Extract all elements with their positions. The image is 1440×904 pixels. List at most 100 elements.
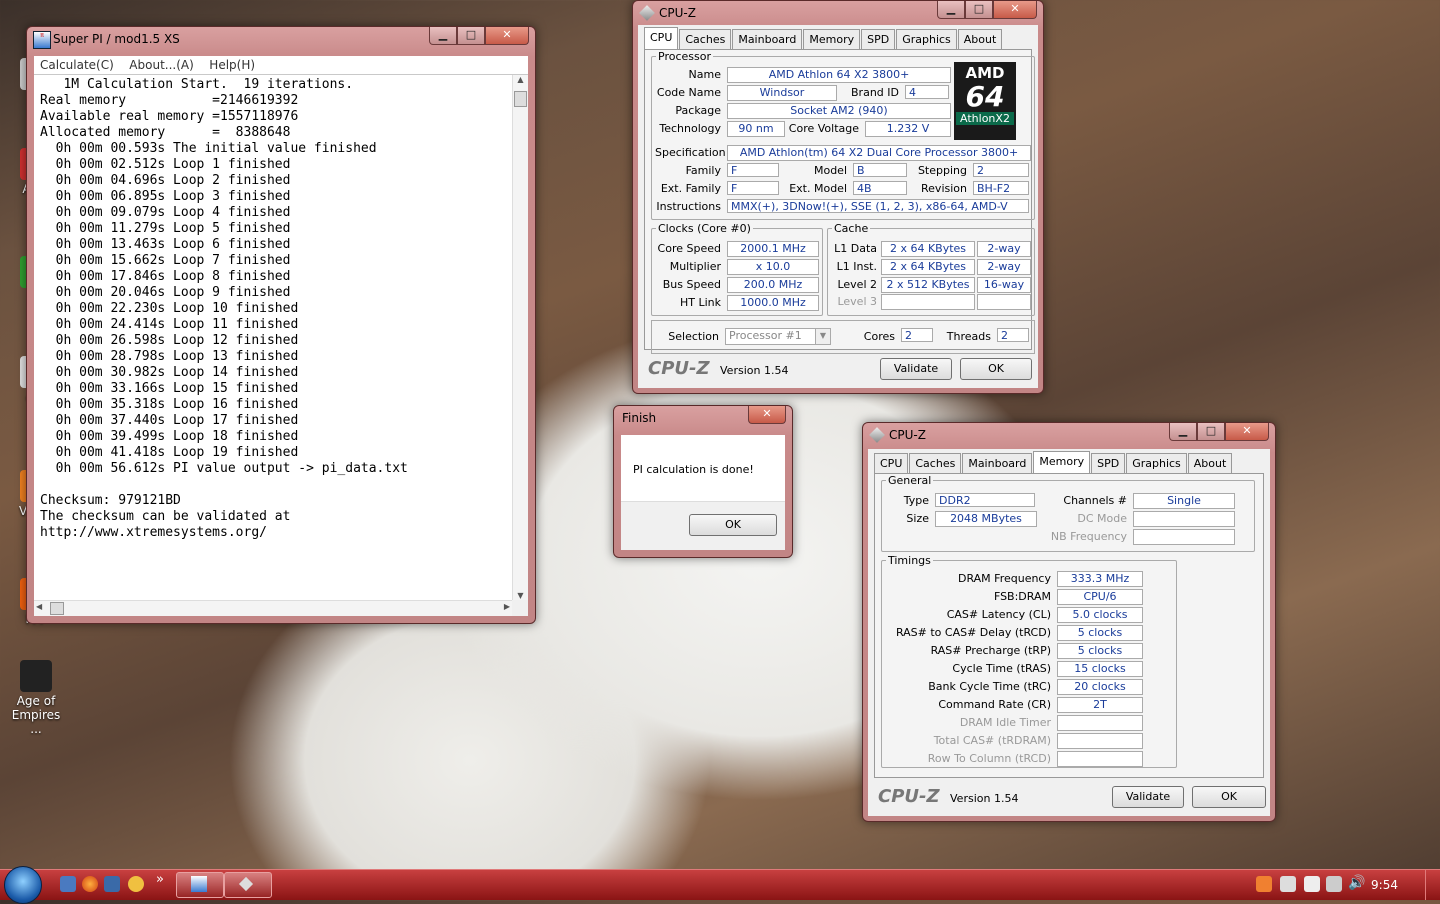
family-label: Family xyxy=(685,164,721,177)
firefox-icon[interactable] xyxy=(82,876,98,892)
cpuz-tab-strip: CPU Caches Mainboard Memory SPD Graphics About xyxy=(644,27,1003,51)
tab-memory[interactable]: Memory xyxy=(1033,451,1091,475)
timings-legend: Timings xyxy=(888,554,931,567)
tab-caches[interactable]: Caches xyxy=(909,453,962,474)
output-line: 0h 00m 28.798s Loop 13 finished xyxy=(40,349,299,364)
hscroll-thumb[interactable] xyxy=(50,602,64,615)
cpuz-cpu-titlebar[interactable]: CPU-Z ▁ □ ✕ xyxy=(633,1,1043,27)
maximize-button[interactable]: □ xyxy=(457,27,485,45)
cpuz-logo: CPU-Z xyxy=(648,358,710,379)
voltage-value: 1.232 V xyxy=(865,121,951,137)
tab-graphics[interactable]: Graphics xyxy=(896,29,957,50)
extfamily-label: Ext. Family xyxy=(660,182,721,195)
vertical-scrollbar[interactable]: ▲ ▼ xyxy=(512,75,528,600)
validate-button[interactable]: Validate xyxy=(1112,786,1184,808)
menu-about[interactable]: About...(A) xyxy=(123,56,200,74)
output-line: 0h 00m 13.463s Loop 6 finished xyxy=(40,237,291,252)
superpi-window[interactable]: π Super PI / mod1.5 XS ▁ □ ✕ Calculate(C… xyxy=(26,26,536,624)
close-button[interactable]: ✕ xyxy=(1225,423,1269,441)
minimize-button[interactable]: ▁ xyxy=(937,1,965,19)
spec-label: Specification xyxy=(655,146,726,159)
finish-ok-button[interactable]: OK xyxy=(689,514,777,536)
scroll-down-arrow-icon[interactable]: ▼ xyxy=(513,591,528,600)
tab-cpu[interactable]: CPU xyxy=(644,27,679,51)
show-desktop-button[interactable] xyxy=(1425,870,1440,900)
ok-button[interactable]: OK xyxy=(1192,786,1266,808)
tab-cpu[interactable]: CPU xyxy=(874,453,909,474)
close-button[interactable]: ✕ xyxy=(485,27,529,45)
tab-memory[interactable]: Memory xyxy=(803,29,861,50)
validate-button[interactable]: Validate xyxy=(880,358,952,380)
taskbar-superpi[interactable] xyxy=(176,872,224,898)
finish-dialog[interactable]: Finish ✕ PI calculation is done! OK xyxy=(613,405,793,558)
cpuz-cpu-window[interactable]: CPU-Z ▁ □ ✕ CPU Caches Mainboard Memory SPD G… xyxy=(632,0,1044,394)
scroll-right-arrow-icon[interactable]: ▶ xyxy=(504,602,510,611)
superpi-titlebar[interactable]: π Super PI / mod1.5 XS ▁ □ ✕ xyxy=(27,27,535,53)
model-label: Model xyxy=(813,164,847,177)
tab-spd[interactable]: SPD xyxy=(1091,453,1126,474)
tray-flag-icon[interactable] xyxy=(1304,876,1320,892)
tab-about[interactable]: About xyxy=(1187,453,1233,474)
tab-about[interactable]: About xyxy=(957,29,1003,50)
corespeed-label: Core Speed xyxy=(657,242,721,255)
l1d-way-value: 2-way xyxy=(977,241,1031,257)
taskbar-cpuz[interactable] xyxy=(224,872,272,898)
scroll-thumb[interactable] xyxy=(514,91,527,107)
amd-athlon-x2-logo: AMD 64 AthlonX2 xyxy=(954,62,1016,140)
tab-graphics[interactable]: Graphics xyxy=(1126,453,1187,474)
revision-label: Revision xyxy=(921,182,967,195)
tab-mainboard[interactable]: Mainboard xyxy=(962,453,1033,474)
timing-value: 333.3 MHz xyxy=(1057,571,1143,587)
chevron-down-icon[interactable]: ▼ xyxy=(815,329,830,344)
clock[interactable]: 9:54 xyxy=(1371,878,1398,892)
finish-close-button[interactable]: ✕ xyxy=(748,406,786,424)
package-value: Socket AM2 (940) xyxy=(727,103,951,119)
network-icon[interactable] xyxy=(1326,876,1342,892)
maximize-button[interactable]: □ xyxy=(1197,423,1225,441)
scroll-left-arrow-icon[interactable]: ◀ xyxy=(36,602,42,611)
explorer-icon[interactable] xyxy=(104,876,120,892)
extmodel-value: 4B xyxy=(853,181,907,195)
menu-help[interactable]: Help(H) xyxy=(203,56,261,74)
cpuz-memory-window[interactable]: CPU-Z ▁ □ ✕ CPU Caches Mainboard Memory SPD G… xyxy=(862,422,1276,822)
desktop-icon[interactable]: Age of Empires ... xyxy=(6,660,66,736)
dcmode-label: DC Mode xyxy=(1077,512,1127,525)
selection-dropdown[interactable]: Processor #1 ▼ xyxy=(725,328,831,345)
superpi-output[interactable]: 1M Calculation Start. 19 iterations. Real… xyxy=(34,75,512,600)
tab-spd[interactable]: SPD xyxy=(861,29,896,50)
minimize-button[interactable]: ▁ xyxy=(1169,423,1197,441)
horizontal-scrollbar[interactable]: ◀ ▶ xyxy=(34,600,512,616)
volume-icon[interactable]: 🔊 xyxy=(1348,875,1365,891)
close-button[interactable]: ✕ xyxy=(993,1,1037,19)
timing-value: CPU/6 xyxy=(1057,589,1143,605)
cpuz-mem-titlebar[interactable]: CPU-Z ▁ □ ✕ xyxy=(863,423,1275,449)
tray-app-icon[interactable] xyxy=(1256,876,1272,892)
messenger-icon[interactable] xyxy=(128,876,144,892)
l1i-value: 2 x 64 KBytes xyxy=(881,259,975,275)
busspeed-value: 200.0 MHz xyxy=(727,277,819,293)
timing-value: 5 clocks xyxy=(1057,643,1143,659)
maximize-button[interactable]: □ xyxy=(965,1,993,19)
output-line: 0h 00m 15.662s Loop 7 finished xyxy=(40,253,291,268)
superpi-menubar: Calculate(C) About...(A) Help(H) xyxy=(34,56,528,75)
tab-mainboard[interactable]: Mainboard xyxy=(732,29,803,50)
output-line: The checksum can be validated at xyxy=(40,509,291,524)
minimize-button[interactable]: ▁ xyxy=(429,27,457,45)
show-desktop-icon[interactable] xyxy=(60,876,76,892)
finish-titlebar[interactable]: Finish ✕ xyxy=(614,406,792,432)
quicklaunch-overflow-icon[interactable]: » xyxy=(156,872,164,887)
cpu-panel: Processor Name AMD Athlon 64 X2 3800+ Co… xyxy=(644,49,1035,354)
start-button[interactable] xyxy=(4,866,42,904)
timing-value xyxy=(1057,751,1143,767)
tab-caches[interactable]: Caches xyxy=(679,29,732,50)
ok-button[interactable]: OK xyxy=(960,358,1032,380)
revision-value: BH-F2 xyxy=(973,181,1029,195)
output-line: 0h 00m 09.079s Loop 4 finished xyxy=(40,205,291,220)
cpuz-taskbar-icon xyxy=(238,876,254,892)
brandid-label: Brand ID xyxy=(851,86,899,99)
tray-shield-icon[interactable] xyxy=(1280,876,1296,892)
menu-calculate[interactable]: Calculate(C) xyxy=(34,56,120,74)
scroll-up-arrow-icon[interactable]: ▲ xyxy=(513,75,528,84)
output-line: 0h 00m 24.414s Loop 11 finished xyxy=(40,317,299,332)
